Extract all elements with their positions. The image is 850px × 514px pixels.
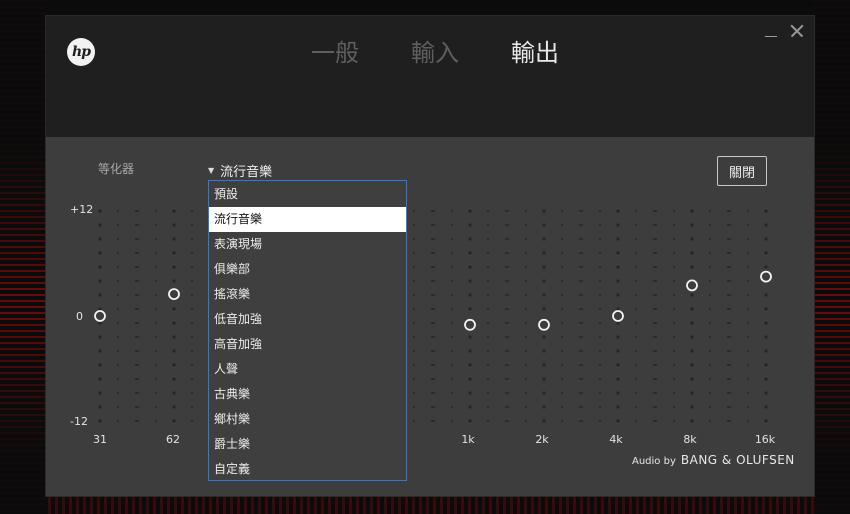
preset-option-treble-boost[interactable]: 高音加強	[209, 332, 406, 357]
preset-option-club[interactable]: 俱樂部	[209, 257, 406, 282]
preset-option-live[interactable]: 表演現場	[209, 232, 406, 257]
tab-general[interactable]: 一般	[311, 36, 359, 70]
eq-handle-1k[interactable]	[464, 318, 476, 331]
x-label-1k: 1k	[461, 433, 475, 446]
preset-option-bass-boost[interactable]: 低音加強	[209, 307, 406, 332]
x-label-4k: 4k	[609, 433, 623, 446]
y-label-top: +12	[70, 203, 94, 216]
equalizer-label: 等化器	[98, 162, 135, 176]
preset-option-jazz[interactable]: 爵士樂	[209, 432, 406, 457]
preset-option-rock[interactable]: 搖滾樂	[209, 282, 406, 307]
preset-option-default[interactable]: 預設	[209, 182, 406, 207]
x-label-8k: 8k	[683, 433, 697, 446]
y-label-bottom: -12	[70, 415, 88, 428]
tab-input[interactable]: 輸入	[411, 36, 459, 70]
tab-output[interactable]: 輸出	[511, 36, 559, 70]
preset-option-country[interactable]: 鄉村樂	[209, 407, 406, 432]
eq-handle-8k[interactable]	[686, 279, 698, 292]
eq-handle-2k[interactable]	[538, 318, 550, 331]
preset-option-custom[interactable]: 自定義	[209, 457, 406, 482]
header-bar: hp 一般 輸入 輸出	[46, 16, 814, 137]
brand-name: BANG & OLUFSEN	[680, 453, 795, 467]
eq-handle-16k[interactable]	[760, 270, 772, 283]
preset-option-vocal[interactable]: 人聲	[209, 357, 406, 382]
preset-option-classical[interactable]: 古典樂	[209, 382, 406, 407]
x-label-62: 62	[166, 433, 180, 446]
caret-down-icon: ▼	[208, 166, 215, 175]
preset-dropdown-toggle[interactable]: ▼ 流行音樂	[208, 161, 272, 180]
eq-handle-31[interactable]	[94, 310, 106, 322]
x-label-31: 31	[93, 433, 107, 446]
close-button[interactable]: 關閉	[717, 156, 767, 186]
brand-label: Audio by BANG & OLUFSEN	[632, 453, 795, 467]
tab-bar: 一般 輸入 輸出	[311, 36, 611, 70]
eq-handle-62[interactable]	[168, 288, 180, 301]
preset-option-pop[interactable]: 流行音樂	[209, 207, 406, 232]
brand-prefix: Audio by	[632, 456, 676, 467]
y-label-mid: 0	[76, 310, 83, 323]
eq-handle-4k[interactable]	[612, 310, 624, 322]
audio-control-window: hp 一般 輸入 輸出 等化器 ▼ 流行音樂 關閉 +12 0 -12 31 6…	[46, 16, 814, 496]
close-icon[interactable]	[788, 22, 806, 40]
equalizer-panel: 等化器 ▼ 流行音樂 關閉 +12 0 -12 31 62 125 250 50…	[46, 137, 814, 496]
dot-grid	[98, 209, 768, 423]
x-label-16k: 16k	[754, 433, 776, 446]
preset-dropdown-list: 預設 流行音樂 表演現場 俱樂部 搖滾樂 低音加強 高音加強 人聲 古典樂 鄉村…	[208, 180, 407, 481]
minimize-icon[interactable]	[762, 22, 780, 40]
current-preset: 流行音樂	[220, 165, 273, 180]
hp-logo: hp	[67, 38, 95, 66]
x-label-2k: 2k	[535, 433, 549, 446]
